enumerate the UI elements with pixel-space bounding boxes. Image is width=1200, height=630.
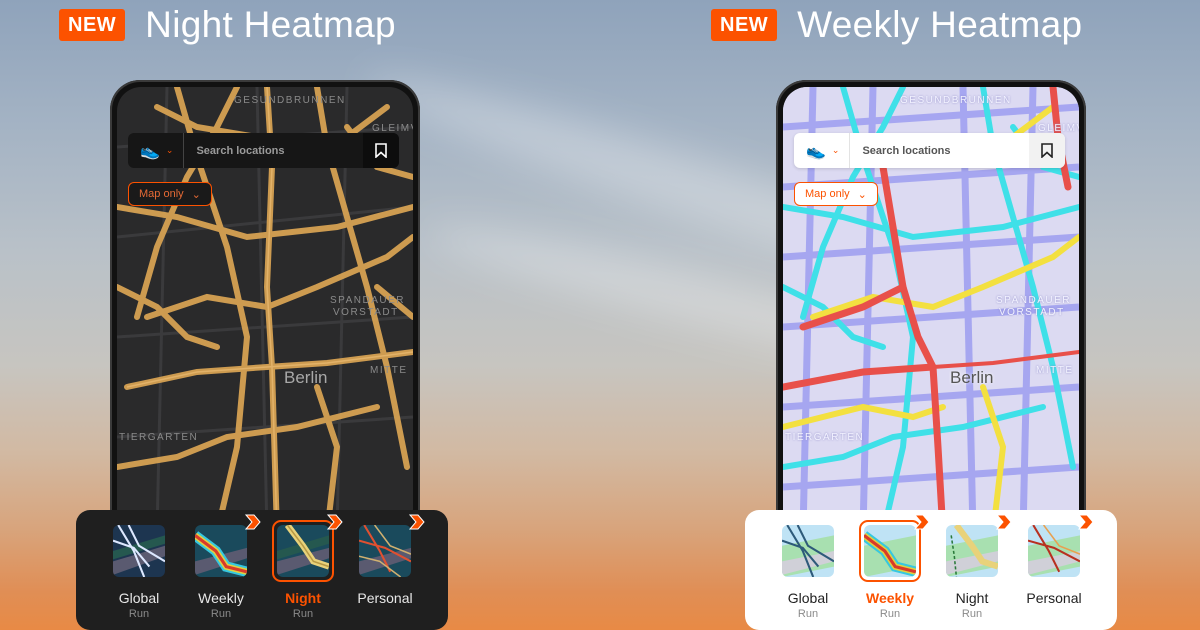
option-label: Night bbox=[955, 590, 989, 606]
night-heatmap-thumbnail bbox=[946, 525, 998, 577]
thumbnail-frame bbox=[108, 520, 170, 582]
thumbnail-frame bbox=[941, 514, 1012, 582]
search-bar: 👟 ⌄ Search locations bbox=[794, 133, 1065, 168]
night-heatmap-thumbnail bbox=[277, 525, 329, 577]
premium-chevron-icon bbox=[326, 514, 343, 530]
heatmap-option-global[interactable]: Global Run bbox=[773, 520, 843, 630]
thumbnail-frame bbox=[190, 514, 261, 582]
bookmark-icon bbox=[1041, 143, 1053, 158]
phone-weekly: GESUNDBRUNNEN GLEIMVIE SPANDAUER VORSTAD… bbox=[776, 80, 1086, 540]
premium-chevron-icon bbox=[1077, 514, 1094, 530]
map-label-spandauer: SPANDAUER bbox=[330, 295, 405, 306]
map-view[interactable]: GESUNDBRUNNEN GLEIMVIE SPANDAUER VORSTAD… bbox=[783, 87, 1079, 533]
option-label: Global bbox=[118, 590, 160, 606]
map-mode-dropdown[interactable]: Map only ⌄ bbox=[794, 182, 878, 206]
option-sport: Run bbox=[797, 608, 819, 620]
saved-locations-button[interactable] bbox=[1029, 133, 1065, 168]
map-label-spandauer: SPANDAUER bbox=[996, 295, 1071, 306]
night-heatmap-headline: NEW Night Heatmap bbox=[59, 4, 396, 46]
map-mode-label: Map only bbox=[805, 188, 850, 200]
premium-chevron-icon bbox=[408, 514, 425, 530]
map-label-mitte: MITTE bbox=[370, 365, 408, 376]
sport-selector[interactable]: 👟 ⌄ bbox=[794, 133, 851, 168]
option-label: Weekly bbox=[866, 590, 914, 606]
option-label: Global bbox=[787, 590, 829, 606]
map-label-tiergarten: TIERGARTEN bbox=[119, 432, 199, 443]
weekly-heatmap-headline: NEW Weekly Heatmap bbox=[711, 4, 1082, 46]
personal-heatmap-thumbnail bbox=[1028, 525, 1080, 577]
option-sport: Run bbox=[879, 608, 901, 620]
heatmap-type-picker: Global Run Weekly Run Night Run Personal bbox=[745, 510, 1117, 630]
heatmap-option-weekly[interactable]: Weekly Run bbox=[855, 514, 930, 630]
shoe-icon: 👟 bbox=[806, 142, 826, 160]
map-mode-label: Map only bbox=[139, 188, 184, 200]
headline-title: Night Heatmap bbox=[145, 4, 396, 45]
weekly-heatmap-thumbnail bbox=[864, 525, 916, 577]
map-label-tiergarten: TIERGARTEN bbox=[785, 432, 865, 443]
saved-locations-button[interactable] bbox=[363, 133, 399, 168]
thumbnail-frame bbox=[1023, 514, 1094, 582]
shoe-icon: 👟 bbox=[140, 142, 160, 160]
chevron-down-icon: ⌄ bbox=[857, 188, 867, 201]
heatmap-option-weekly[interactable]: Weekly Run bbox=[186, 514, 261, 630]
premium-chevron-icon bbox=[244, 514, 261, 530]
option-label: Weekly bbox=[198, 590, 244, 606]
phone-night: GESUNDBRUNNEN GLEIMVIE SPANDAUER VORSTAD… bbox=[110, 80, 420, 540]
option-sport: Run bbox=[961, 608, 983, 620]
map-label-vorstadt: VORSTADT bbox=[333, 307, 399, 318]
option-sport: Run bbox=[210, 608, 232, 620]
new-badge: NEW bbox=[59, 9, 126, 41]
search-input[interactable]: Search locations bbox=[184, 145, 363, 157]
bookmark-icon bbox=[375, 143, 387, 158]
new-badge: NEW bbox=[711, 9, 778, 41]
map-mode-dropdown[interactable]: Map only ⌄ bbox=[128, 182, 212, 206]
heatmap-option-personal[interactable]: Personal bbox=[350, 514, 425, 630]
map-label-gesundbrunnen: GESUNDBRUNNEN bbox=[234, 95, 346, 106]
heatmap-option-global[interactable]: Global Run bbox=[104, 520, 174, 630]
weekly-heatmap-thumbnail bbox=[195, 525, 247, 577]
personal-heatmap-thumbnail bbox=[359, 525, 411, 577]
premium-chevron-icon bbox=[913, 514, 930, 530]
thumbnail-frame-selected bbox=[859, 514, 930, 582]
map-label-berlin: Berlin bbox=[284, 368, 328, 387]
thumbnail-frame-selected bbox=[272, 514, 343, 582]
option-sport: Run bbox=[292, 608, 314, 620]
option-label: Personal bbox=[357, 590, 413, 606]
heatmap-option-night[interactable]: Night Run bbox=[937, 514, 1012, 630]
headline-title: Weekly Heatmap bbox=[797, 4, 1083, 45]
search-input[interactable]: Search locations bbox=[850, 145, 1029, 157]
option-label: Night bbox=[285, 590, 321, 606]
chevron-down-icon: ⌄ bbox=[831, 145, 840, 155]
map-label-vorstadt: VORSTADT bbox=[999, 307, 1065, 318]
option-sport: Run bbox=[128, 608, 150, 620]
thumbnail-frame bbox=[354, 514, 425, 582]
thumbnail-frame bbox=[777, 520, 839, 582]
heatmap-option-personal[interactable]: Personal bbox=[1019, 514, 1094, 630]
heatmap-type-picker: Global Run Weekly Run Night Run Personal bbox=[76, 510, 448, 630]
global-heatmap-thumbnail bbox=[113, 525, 165, 577]
map-label-gesundbrunnen: GESUNDBRUNNEN bbox=[900, 95, 1012, 106]
heatmap-option-night[interactable]: Night Run bbox=[268, 514, 343, 630]
map-label-mitte: MITTE bbox=[1036, 365, 1074, 376]
search-bar: 👟 ⌄ Search locations bbox=[128, 133, 399, 168]
chevron-down-icon: ⌄ bbox=[165, 145, 174, 155]
premium-chevron-icon bbox=[995, 514, 1012, 530]
sport-selector[interactable]: 👟 ⌄ bbox=[128, 133, 185, 168]
option-label: Personal bbox=[1026, 590, 1082, 606]
map-label-berlin: Berlin bbox=[950, 368, 994, 387]
map-view[interactable]: GESUNDBRUNNEN GLEIMVIE SPANDAUER VORSTAD… bbox=[117, 87, 413, 533]
global-heatmap-thumbnail bbox=[782, 525, 834, 577]
chevron-down-icon: ⌄ bbox=[191, 188, 201, 201]
